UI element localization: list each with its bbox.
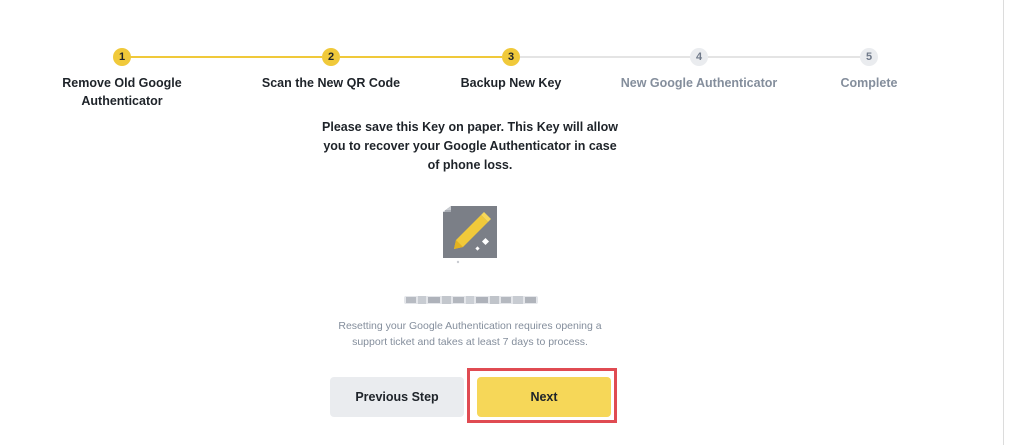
step-2-indicator: 2 [322,48,340,66]
step-5-label: Complete [840,76,898,90]
step-1-label: Remove Old Google Authenticator [62,76,182,108]
save-key-notice: Please save this Key on paper. This Key … [322,120,618,172]
page-edge-divider [1003,0,1004,445]
step-connector-4-5 [708,56,860,58]
next-button-highlight [467,368,617,423]
step-3-label: Backup New Key [460,76,562,90]
step-2-label: Scan the New QR Code [261,76,401,90]
backup-key-value [404,296,538,304]
step-3-indicator: 3 [502,48,520,66]
reset-authenticator-page: 1 Remove Old Google Authenticator 2 Scan… [0,0,1014,445]
reset-time-hint: Resetting your Google Authentication req… [338,320,602,348]
paper-pencil-icon [443,206,497,264]
step-connector-3-4 [520,56,690,58]
step-connector-1-2 [130,56,322,58]
step-1-indicator: 1 [113,48,131,66]
step-4-indicator: 4 [690,48,708,66]
step-5-indicator: 5 [860,48,878,66]
step-4-label: New Google Authenticator [620,76,778,90]
step-connector-2-3 [340,56,502,58]
previous-step-button[interactable]: Previous Step [330,377,464,417]
progress-stepper: 1 Remove Old Google Authenticator 2 Scan… [0,24,1000,108]
